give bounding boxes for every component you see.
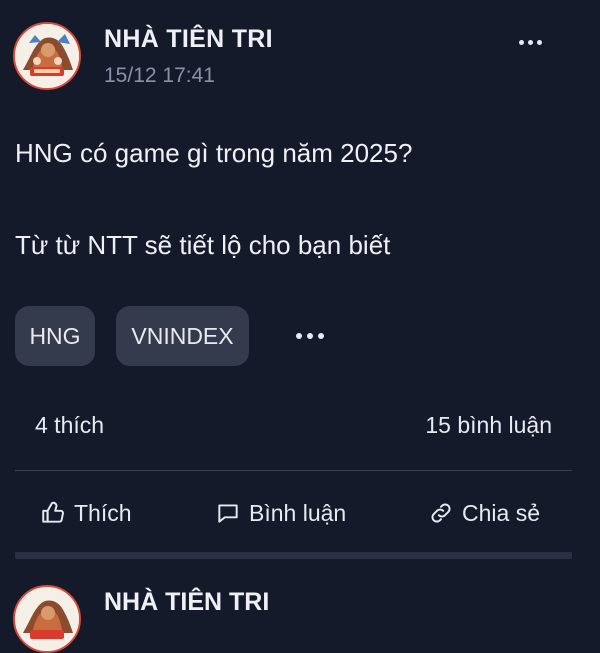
more-tags-icon[interactable] <box>286 322 334 350</box>
dot <box>518 39 524 45</box>
thumbs-up-icon <box>40 500 66 526</box>
author-avatar[interactable] <box>13 22 81 90</box>
author-name[interactable]: NHÀ TIÊN TRI <box>104 25 273 54</box>
tag-vnindex[interactable]: VNINDEX <box>116 306 249 366</box>
post-content-line-2: Từ từ NTT sẽ tiết lộ cho bạn biết <box>15 230 391 260</box>
likes-count[interactable]: 4 thích <box>35 412 104 439</box>
dot <box>318 333 324 339</box>
divider <box>15 470 572 471</box>
dot <box>307 333 313 339</box>
comment-label: Bình luận <box>249 499 347 526</box>
like-label: Thích <box>74 499 132 526</box>
more-options-icon[interactable] <box>508 28 552 56</box>
dot <box>296 333 302 339</box>
next-author-avatar[interactable] <box>13 585 81 653</box>
next-author-name[interactable]: NHÀ TIÊN TRI <box>104 588 269 617</box>
link-icon <box>428 500 454 526</box>
post-timestamp: 15/12 17:41 <box>104 64 215 87</box>
dot <box>536 39 542 45</box>
post-separator <box>15 552 572 559</box>
comment-button[interactable]: Bình luận <box>215 493 346 533</box>
share-label: Chia sẻ <box>462 499 540 526</box>
dot <box>527 39 533 45</box>
post-content-line-1: HNG có game gì trong năm 2025? <box>15 138 413 168</box>
share-button[interactable]: Chia sẻ <box>428 493 540 533</box>
comment-bubble-icon <box>215 500 241 526</box>
tag-hng[interactable]: HNG <box>15 306 95 366</box>
comments-count[interactable]: 15 bình luận <box>425 412 552 439</box>
like-button[interactable]: Thích <box>40 493 132 533</box>
post-card: NHÀ TIÊN TRI 15/12 17:41 HNG có game gì … <box>0 0 600 560</box>
